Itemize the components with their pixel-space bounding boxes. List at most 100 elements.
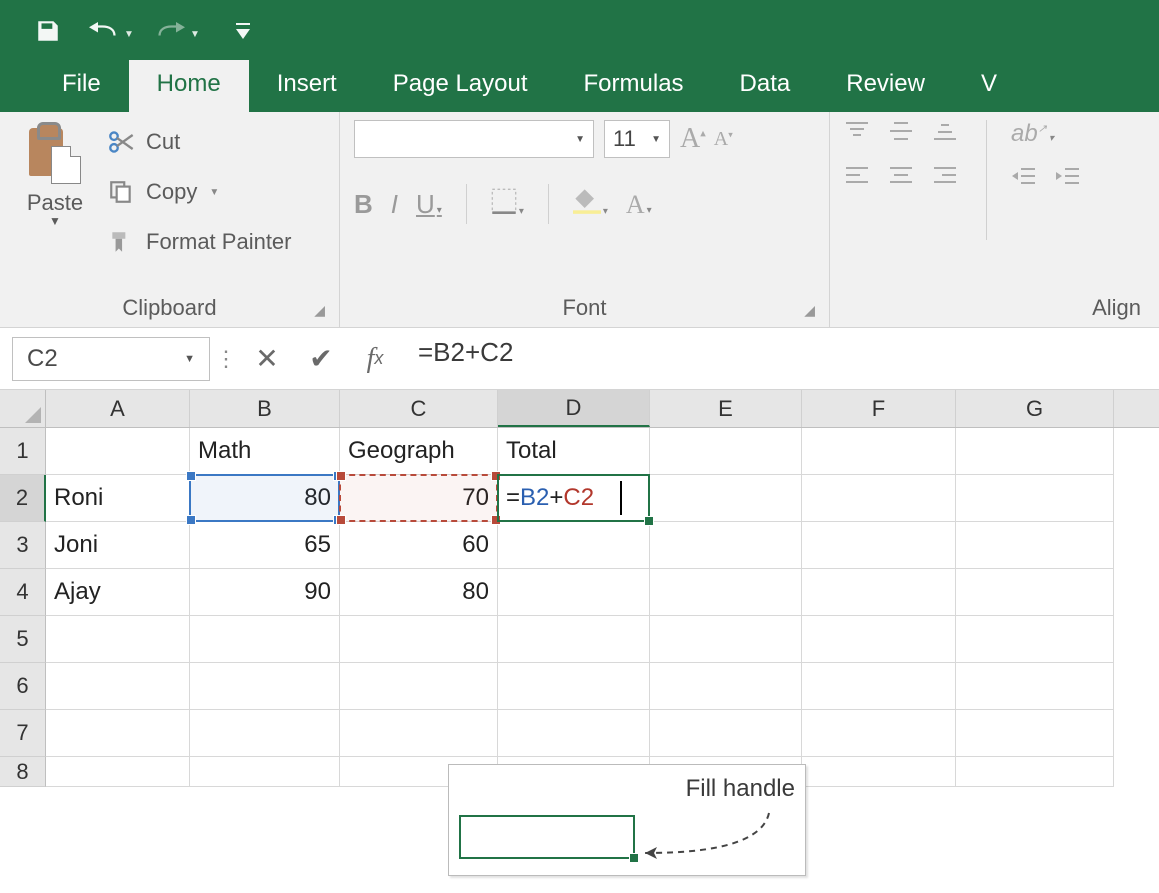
cell-F3[interactable]: [802, 522, 956, 569]
tab-formulas[interactable]: Formulas: [556, 60, 712, 112]
cell-D3[interactable]: [498, 522, 650, 569]
cell-B3[interactable]: 65: [190, 522, 340, 569]
cell-D4[interactable]: [498, 569, 650, 616]
decrease-font-button[interactable]: A▾: [714, 128, 733, 151]
cell-E6[interactable]: [650, 663, 802, 710]
select-all-corner[interactable]: [0, 390, 46, 427]
row-header-1[interactable]: 1: [0, 428, 46, 475]
cell-G4[interactable]: [956, 569, 1114, 616]
cell-A1[interactable]: [46, 428, 190, 475]
cell-B5[interactable]: [190, 616, 340, 663]
cell-B6[interactable]: [190, 663, 340, 710]
cell-F5[interactable]: [802, 616, 956, 663]
cell-D1[interactable]: Total: [498, 428, 650, 475]
cell-C2[interactable]: 70: [340, 475, 498, 522]
align-right-button[interactable]: [932, 165, 958, 190]
cell-G3[interactable]: [956, 522, 1114, 569]
cell-B1[interactable]: Math: [190, 428, 340, 475]
save-button[interactable]: [28, 11, 68, 51]
qat-customize-button[interactable]: [232, 11, 254, 51]
col-header-C[interactable]: C: [340, 390, 498, 427]
tab-file[interactable]: File: [34, 60, 129, 112]
row-header-2[interactable]: 2: [0, 475, 46, 522]
cell-D2[interactable]: =B2+C2: [498, 475, 650, 522]
cell-D7[interactable]: [498, 710, 650, 757]
font-name-select[interactable]: ▼: [354, 120, 594, 158]
tab-home[interactable]: Home: [129, 60, 249, 112]
worksheet-grid[interactable]: A B C D E F G 1 Math Geograph Total 2 Ro…: [0, 390, 1159, 787]
increase-indent-button[interactable]: [1055, 166, 1081, 191]
row-header-7[interactable]: 7: [0, 710, 46, 757]
cell-C7[interactable]: [340, 710, 498, 757]
tab-data[interactable]: Data: [712, 60, 819, 112]
clipboard-launcher-icon[interactable]: ◢: [314, 302, 325, 319]
font-color-button[interactable]: A▾: [626, 189, 652, 220]
paste-dropdown-icon[interactable]: ▼: [49, 214, 61, 228]
underline-button[interactable]: U▾: [416, 189, 442, 220]
row-header-5[interactable]: 5: [0, 616, 46, 663]
cell-C4[interactable]: 80: [340, 569, 498, 616]
paste-button[interactable]: Paste ▼: [14, 120, 96, 228]
tab-view[interactable]: V: [953, 60, 1003, 112]
decrease-indent-button[interactable]: [1011, 166, 1037, 191]
cell-A6[interactable]: [46, 663, 190, 710]
tab-page-layout[interactable]: Page Layout: [365, 60, 556, 112]
namebox-resize-handle[interactable]: ⋮: [210, 346, 240, 372]
col-header-D[interactable]: D: [498, 390, 650, 427]
copy-dropdown-icon[interactable]: ▼: [209, 187, 219, 198]
cell-C3[interactable]: 60: [340, 522, 498, 569]
cell-F6[interactable]: [802, 663, 956, 710]
increase-font-button[interactable]: A▴: [680, 123, 706, 155]
cell-E7[interactable]: [650, 710, 802, 757]
row-header-8[interactable]: 8: [0, 757, 46, 787]
cancel-formula-button[interactable]: ✕: [240, 337, 294, 381]
undo-dropdown[interactable]: ▼: [124, 23, 134, 40]
font-size-select[interactable]: 11 ▼: [604, 120, 670, 158]
cell-C5[interactable]: [340, 616, 498, 663]
row-header-6[interactable]: 6: [0, 663, 46, 710]
cell-B2[interactable]: 80: [190, 475, 340, 522]
cell-A5[interactable]: [46, 616, 190, 663]
font-launcher-icon[interactable]: ◢: [804, 302, 815, 319]
cell-F7[interactable]: [802, 710, 956, 757]
align-bottom-button[interactable]: [932, 120, 958, 147]
cell-E2[interactable]: [650, 475, 802, 522]
cell-E4[interactable]: [650, 569, 802, 616]
copy-button[interactable]: Copy ▼: [106, 170, 292, 214]
fill-color-button[interactable]: ▾: [573, 188, 608, 221]
cell-D5[interactable]: [498, 616, 650, 663]
cell-E5[interactable]: [650, 616, 802, 663]
cell-D6[interactable]: [498, 663, 650, 710]
cell-G2[interactable]: [956, 475, 1114, 522]
cell-B8[interactable]: [190, 757, 340, 787]
col-header-E[interactable]: E: [650, 390, 802, 427]
redo-dropdown[interactable]: ▼: [190, 23, 200, 40]
formula-bar-input[interactable]: =B2+C2: [402, 337, 1147, 381]
cell-A2[interactable]: Roni: [46, 475, 190, 522]
enter-formula-button[interactable]: ✔: [294, 337, 348, 381]
insert-function-button[interactable]: fx: [348, 337, 402, 381]
row-header-4[interactable]: 4: [0, 569, 46, 616]
cell-A3[interactable]: Joni: [46, 522, 190, 569]
cell-B4[interactable]: 90: [190, 569, 340, 616]
col-header-F[interactable]: F: [802, 390, 956, 427]
tab-review[interactable]: Review: [818, 60, 953, 112]
cell-F2[interactable]: [802, 475, 956, 522]
borders-button[interactable]: ▾: [491, 188, 524, 221]
cell-E1[interactable]: [650, 428, 802, 475]
col-header-B[interactable]: B: [190, 390, 340, 427]
cut-button[interactable]: Cut: [106, 120, 292, 164]
align-top-button[interactable]: [844, 120, 870, 147]
cell-C1[interactable]: Geograph: [340, 428, 498, 475]
cell-G6[interactable]: [956, 663, 1114, 710]
cell-E3[interactable]: [650, 522, 802, 569]
col-header-G[interactable]: G: [956, 390, 1114, 427]
cell-G7[interactable]: [956, 710, 1114, 757]
cell-A7[interactable]: [46, 710, 190, 757]
cell-C6[interactable]: [340, 663, 498, 710]
col-header-A[interactable]: A: [46, 390, 190, 427]
format-painter-button[interactable]: Format Painter: [106, 220, 292, 264]
redo-button[interactable]: [150, 11, 190, 51]
cell-G1[interactable]: [956, 428, 1114, 475]
name-box[interactable]: C2 ▼: [12, 337, 210, 381]
